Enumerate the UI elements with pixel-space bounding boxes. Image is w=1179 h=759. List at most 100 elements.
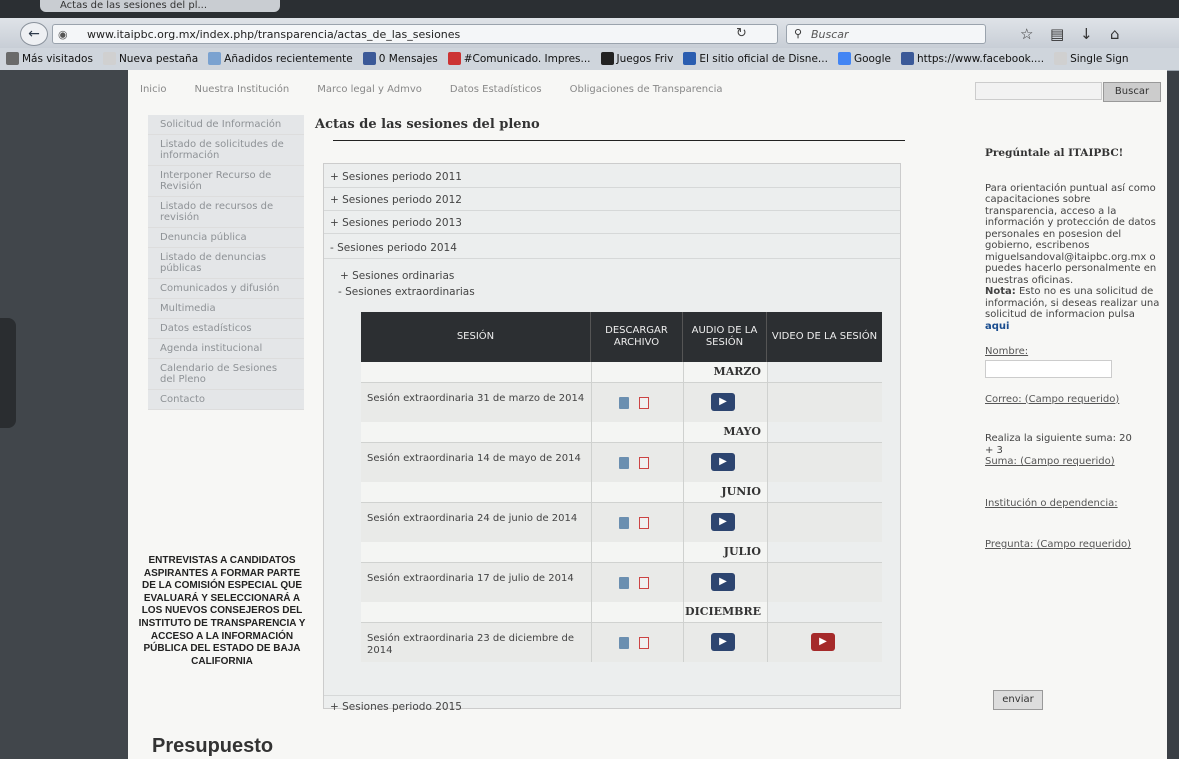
top-nav-item[interactable]: Inicio: [140, 84, 166, 95]
bookmark-item[interactable]: El sitio oficial de Disne...: [683, 48, 828, 70]
header-video: VIDEO DE LA SESIÓN: [771, 331, 878, 342]
bookmark-icon: [683, 52, 697, 65]
presupuesto-heading[interactable]: Presupuesto: [152, 735, 273, 758]
session-name: Sesión extraordinaria 31 de marzo de 201…: [367, 393, 585, 404]
period-2011-toggle[interactable]: + Sesiones periodo 2011: [324, 166, 900, 188]
note-label: Nota:: [985, 286, 1016, 297]
document-icon[interactable]: [619, 637, 629, 649]
download-icon[interactable]: ↓: [1080, 25, 1093, 43]
period-2013-toggle[interactable]: + Sesiones periodo 2013: [324, 212, 900, 234]
globe-icon: ◉: [58, 28, 68, 41]
sidebar-item[interactable]: Datos estadísticos: [148, 319, 304, 339]
sidebar-item[interactable]: Solicitud de Información: [148, 115, 304, 135]
bookmark-label: Google: [853, 53, 891, 65]
site-search-input[interactable]: [975, 82, 1102, 100]
document-icon[interactable]: [619, 517, 629, 529]
header-sesion: SESIÓN: [361, 312, 591, 362]
month-header: MAYO: [361, 422, 767, 442]
bookmark-label: Single Sign: [1070, 53, 1129, 65]
pdf-icon[interactable]: [639, 517, 649, 529]
sidebar-item[interactable]: Multimedia: [148, 299, 304, 319]
period-2015-toggle[interactable]: + Sesiones periodo 2015: [324, 695, 900, 717]
document-icon[interactable]: [619, 457, 629, 469]
sidebar-item[interactable]: Calendario de Sesiones del Pleno: [148, 359, 304, 390]
sidebar-item[interactable]: Agenda institucional: [148, 339, 304, 359]
suma-label: Suma: (Campo requerido): [985, 456, 1115, 467]
sidebar-item[interactable]: Interponer Recurso de Revisión: [148, 166, 304, 197]
session-name: Sesión extraordinaria 14 de mayo de 2014: [367, 453, 581, 464]
bookmark-label: https://www.facebook....: [916, 53, 1045, 65]
extraordinarias-toggle[interactable]: - Sesiones extraordinarias: [338, 286, 475, 298]
library-icon[interactable]: ▤: [1050, 25, 1064, 43]
sidebar-item[interactable]: Contacto: [148, 390, 304, 410]
audio-play-icon[interactable]: ▶: [711, 633, 735, 651]
bookmark-item[interactable]: Más visitados: [6, 48, 93, 70]
home-icon[interactable]: ⌂: [1110, 25, 1120, 43]
audio-play-icon[interactable]: ▶: [711, 453, 735, 471]
enviar-button[interactable]: enviar: [993, 690, 1043, 710]
bookmark-item[interactable]: Juegos Friv: [600, 48, 674, 70]
top-nav-item[interactable]: Obligaciones de Transparencia: [570, 84, 723, 95]
bookmark-item[interactable]: #Comunicado. Impres...: [447, 48, 591, 70]
sidebar-item[interactable]: Listado de recursos de revisión: [148, 197, 304, 228]
bookmark-label: Añadidos recientemente: [224, 53, 353, 65]
ordinarias-toggle[interactable]: + Sesiones ordinarias: [340, 270, 454, 282]
sidebar-item[interactable]: Listado de denuncias públicas: [148, 248, 304, 279]
suma-prompt: Realiza la siguiente suma: 20 + 3: [985, 433, 1132, 456]
document-icon[interactable]: [619, 577, 629, 589]
pdf-icon[interactable]: [639, 637, 649, 649]
pdf-icon[interactable]: [639, 397, 649, 409]
back-button[interactable]: ←: [20, 22, 48, 46]
bookmarks-bar: Más visitados Nueva pestaña Añadidos recie…: [0, 48, 1179, 71]
pdf-icon[interactable]: [639, 577, 649, 589]
bookmark-item[interactable]: https://www.facebook....: [900, 48, 1045, 70]
bookmark-label: 0 Mensajes: [378, 53, 438, 65]
top-nav-item[interactable]: Nuestra Institución: [194, 84, 289, 95]
bookmark-icon: [447, 52, 461, 65]
sidebar-item[interactable]: Listado de solicitudes de información: [148, 135, 304, 166]
sidebar-item[interactable]: Comunicados y difusión: [148, 279, 304, 299]
nombre-input[interactable]: [985, 359, 1112, 378]
bookmark-icon: [900, 52, 914, 65]
bookmark-item[interactable]: Single Sign: [1054, 48, 1129, 70]
sidebar-item[interactable]: Denuncia pública: [148, 228, 304, 248]
column-divider: [767, 362, 768, 662]
star-icon[interactable]: ☆: [1020, 25, 1033, 43]
period-2012-toggle[interactable]: + Sesiones periodo 2012: [324, 189, 900, 211]
bookmark-label: #Comunicado. Impres...: [463, 53, 591, 65]
audio-play-icon[interactable]: ▶: [711, 393, 735, 411]
session-name: Sesión extraordinaria 24 de junio de 201…: [367, 513, 578, 524]
column-divider: [591, 362, 592, 662]
top-nav-item[interactable]: Marco legal y Admvo: [317, 84, 422, 95]
bookmark-item[interactable]: Google: [837, 48, 891, 70]
page-title: Actas de las sesiones del pleno: [315, 117, 540, 132]
bookmark-label: Juegos Friv: [616, 53, 674, 65]
video-play-icon[interactable]: ▶: [811, 633, 835, 651]
aqui-link[interactable]: aqui: [985, 321, 1009, 332]
period-2014-toggle[interactable]: - Sesiones periodo 2014: [324, 237, 900, 259]
document-icon[interactable]: [619, 397, 629, 409]
month-header: MARZO: [361, 362, 767, 382]
session-name: Sesión extraordinaria 23 de diciembre de…: [367, 633, 574, 656]
browser-search-input[interactable]: Buscar: [786, 24, 986, 44]
bookmark-icon: [1054, 52, 1068, 65]
table-row: Sesión extraordinaria 17 de julio de 201…: [361, 562, 882, 602]
browser-tab[interactable]: Actas de las sesiones del pl...: [40, 0, 280, 12]
header-descargar: DESCARGAR ARCHIVO: [591, 312, 683, 362]
bookmark-item[interactable]: Añadidos recientemente: [208, 48, 353, 70]
side-handle: [0, 318, 16, 428]
audio-play-icon[interactable]: ▶: [711, 573, 735, 591]
pdf-icon[interactable]: [639, 457, 649, 469]
month-header: JUNIO: [361, 482, 767, 502]
promo-text[interactable]: ENTREVISTAS A CANDIDATOS ASPIRANTES A FO…: [136, 555, 308, 668]
bookmark-item[interactable]: Nueva pestaña: [102, 48, 198, 70]
background: [0, 70, 128, 759]
column-divider: [683, 362, 684, 662]
top-nav-item[interactable]: Datos Estadísticos: [450, 84, 542, 95]
bookmark-item[interactable]: 0 Mensajes: [362, 48, 438, 70]
reload-icon[interactable]: ↻: [736, 26, 747, 41]
site-search-button[interactable]: Buscar: [1103, 82, 1161, 102]
url-bar[interactable]: www.itaipbc.org.mx/index.php/transparenc…: [52, 24, 778, 44]
audio-play-icon[interactable]: ▶: [711, 513, 735, 531]
bookmark-icon: [208, 52, 222, 65]
